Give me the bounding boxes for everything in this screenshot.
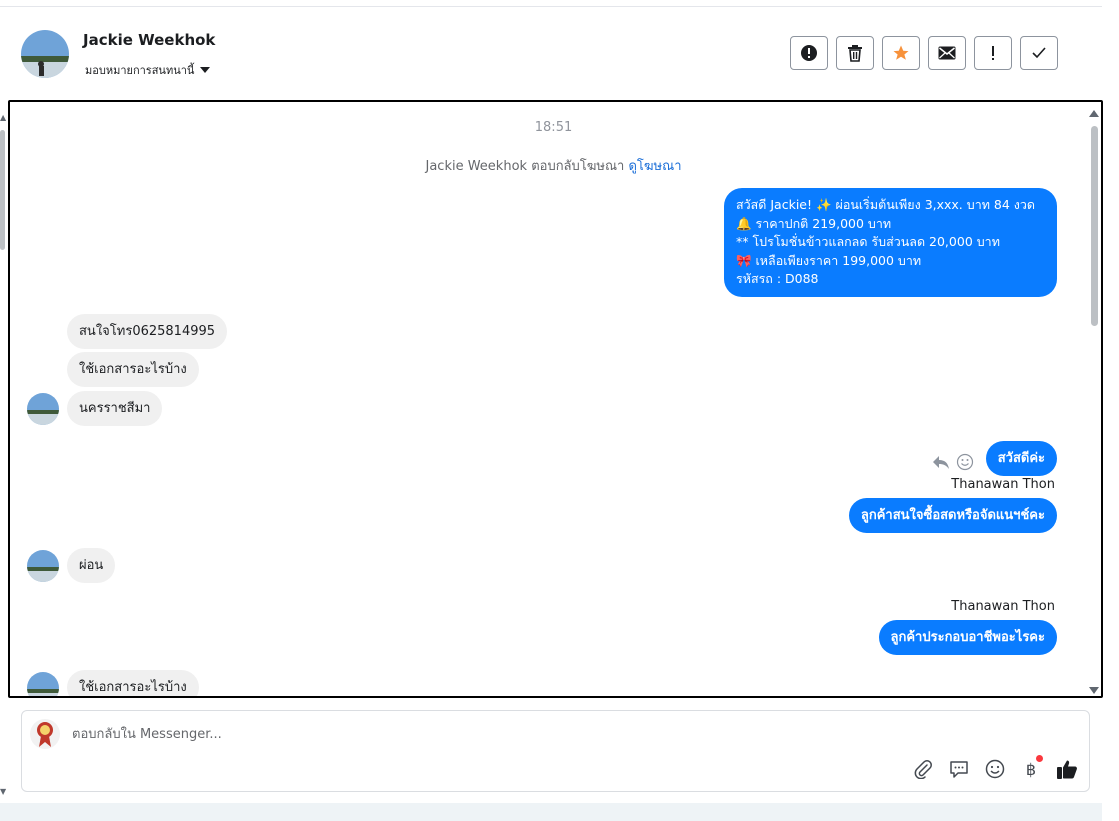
thread-scrollbar[interactable] — [1089, 108, 1099, 694]
incoming-message[interactable]: สนใจโทร0625814995 — [67, 314, 228, 349]
promo-line: รหัสรถ : D088 — [736, 271, 819, 286]
react-emoji-icon[interactable] — [956, 453, 974, 471]
contact-avatar-small — [27, 550, 59, 582]
scroll-down-icon[interactable] — [1089, 687, 1099, 694]
mark-spam-button[interactable] — [790, 36, 828, 70]
reply-icon[interactable] — [932, 454, 950, 470]
composer-toolbar: ฿ — [911, 755, 1079, 781]
assign-label: มอบหมายการสนทนานี้ — [85, 64, 195, 77]
promo-line: 🔔 ราคาปกติ 219,000 บาท — [736, 215, 892, 231]
message-timestamp: 18:51 — [534, 120, 573, 135]
promo-line: ** โปรโมชั่นข้าวแลกลด รับส่วนลด 20,000 บ… — [736, 234, 1000, 249]
page-avatar — [30, 719, 60, 749]
window-edge — [1102, 0, 1119, 821]
reply-input[interactable] — [70, 726, 874, 743]
incoming-message[interactable]: ผ่อน — [67, 548, 116, 583]
scroll-up-icon[interactable] — [1089, 110, 1099, 117]
page-scrollbar[interactable] — [0, 110, 7, 800]
promo-line: สวัสดี Jackie! ✨ ผ่อนเริ่มต้นเพียง 3,xxx… — [736, 197, 1036, 212]
page-scrollbar-thumb[interactable] — [0, 130, 5, 250]
contact-avatar[interactable] — [21, 30, 69, 78]
payment-button[interactable]: ฿ — [1019, 755, 1043, 781]
assign-conversation-dropdown[interactable]: มอบหมายการสนทนานี้ — [85, 61, 211, 79]
ad-reply-notice: Jackie Weekhok ตอบกลับโฆษณา ดูโฆษณา — [10, 155, 1097, 176]
notification-dot — [1036, 755, 1043, 762]
agent-name: Thanawan Thon — [951, 477, 1055, 492]
incoming-message[interactable]: ใช้เอกสารอะไรบ้าง — [67, 352, 199, 387]
delete-button[interactable] — [836, 36, 874, 70]
outgoing-message[interactable]: ลูกค้าสนใจซื้อสดหรือจัดแนฯช์คะ — [848, 498, 1057, 533]
incoming-message[interactable]: ใช้เอกสารอะไรบ้าง — [67, 670, 199, 696]
mark-done-button[interactable] — [1020, 36, 1058, 70]
follow-up-button[interactable] — [974, 36, 1012, 70]
star-button[interactable] — [882, 36, 920, 70]
incoming-message[interactable]: นครราชสีมา — [67, 391, 163, 426]
contact-name[interactable]: Jackie Weekhok — [83, 31, 215, 49]
caret-down-icon — [200, 67, 211, 73]
paperclip-icon — [914, 760, 932, 779]
message-hover-tools — [932, 453, 974, 471]
page-scroll-up-icon[interactable]: ▲ — [0, 114, 6, 122]
saved-replies-button[interactable] — [947, 757, 971, 781]
outgoing-message[interactable]: ลูกค้าประกอบอาชีพอะไรคะ — [878, 620, 1057, 655]
contact-avatar-small — [27, 393, 59, 425]
emoji-icon — [985, 759, 1005, 779]
action-toolbar — [790, 36, 1058, 70]
message-thread[interactable]: 18:51 Jackie Weekhok ตอบกลับโฆษณา ดูโฆษณ… — [8, 100, 1103, 698]
envelope-icon — [938, 46, 956, 60]
promo-message-bubble[interactable]: สวัสดี Jackie! ✨ ผ่อนเริ่มต้นเพียง 3,xxx… — [724, 188, 1057, 297]
page-scroll-down-icon[interactable]: ▼ — [0, 788, 6, 796]
star-icon — [893, 45, 909, 60]
exclamation-icon — [992, 46, 994, 60]
reply-composer: ฿ — [21, 710, 1090, 792]
trash-icon — [848, 45, 862, 62]
mark-unread-button[interactable] — [928, 36, 966, 70]
conversation-header: Jackie Weekhok มอบหมายการสนทนานี้ — [0, 7, 1102, 100]
emoji-button[interactable] — [983, 757, 1007, 781]
check-icon — [1032, 47, 1046, 59]
view-ad-link[interactable]: ดูโฆษณา — [628, 159, 681, 174]
saved-reply-icon — [950, 761, 968, 778]
contact-avatar-small — [27, 672, 59, 696]
outgoing-message[interactable]: สวัสดีค่ะ — [985, 441, 1057, 476]
ad-reply-text: Jackie Weekhok ตอบกลับโฆษณา — [425, 159, 625, 174]
promo-line: 🎀 เหลือเพียงราคา 199,000 บาท — [736, 252, 922, 268]
alert-circle-icon — [801, 45, 817, 61]
baht-icon: ฿ — [1025, 759, 1037, 779]
thumbs-up-icon — [1057, 760, 1077, 779]
agent-name: Thanawan Thon — [951, 599, 1055, 614]
attach-button[interactable] — [911, 757, 935, 781]
like-button[interactable] — [1055, 757, 1079, 781]
